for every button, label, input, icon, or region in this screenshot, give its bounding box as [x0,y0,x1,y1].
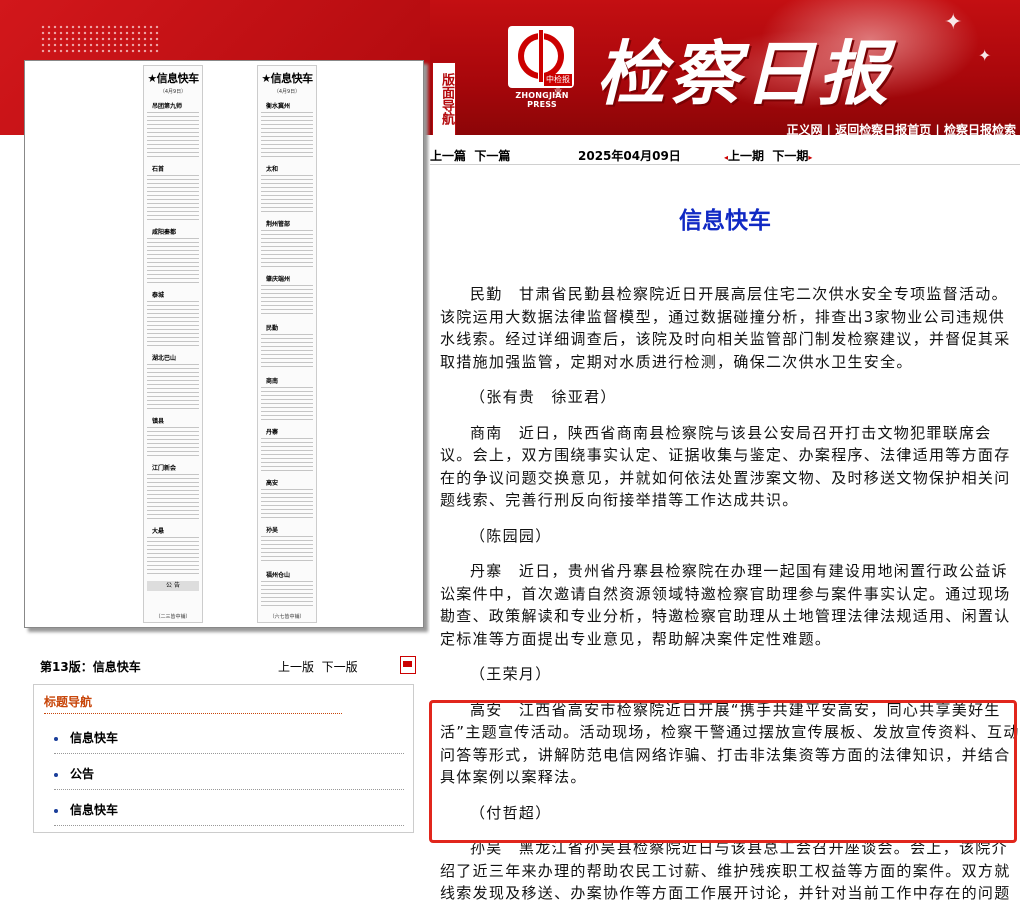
banner-dots-decoration [40,24,160,54]
article-paragraph: 孙吴 黑龙江省孙吴县检察院近日与该县总工会召开座谈会。会上，该院介绍了近三年来办… [440,839,1011,902]
star-icon: ✦ [978,46,992,65]
pdf-download-icon[interactable] [400,656,416,674]
prev-issue-link[interactable]: 上一期 [728,149,764,163]
article-toolbar: 上一篇 下一篇 2025年04月09日 ◂上一期 下一期▸ [430,143,1020,163]
article-paragraph: 民勤 甘肃省民勤县检察院近日开展高层住宅二次供水安全专项监督活动。该院运用大数据… [440,285,1011,371]
article-author: （张有贵 徐亚君） [470,388,617,406]
article-author: （王荣月） [470,665,552,683]
star-icon: ✦ [944,10,963,35]
title-nav-item[interactable]: 信息快车 [54,729,404,754]
title-nav-divider [44,713,342,714]
link-home[interactable]: 返回检察日报首页 [835,123,931,135]
toolbar-divider [430,164,1020,165]
bullet-icon [54,736,58,741]
logo-emblem-icon: 中检报业 [508,26,574,96]
title-nav-heading: 标题导航 [44,695,93,709]
title-nav-box: 标题导航 信息快车 公告 信息快车 [33,684,414,833]
thumbnail-column-1[interactable]: ★信息快车 （4月9日） 吊团第九师 石首 咸阳秦都 泰城 湖北巴山 镇县 江门… [143,65,203,623]
bullet-icon [54,772,58,777]
logo-press-text: ZHONGJIAN PRESS [515,91,569,109]
layout-nav-tab[interactable]: 版面导航 [432,62,456,136]
issue-label: 第13版：信息快车 [40,660,141,674]
thumbnail-title: ★信息快车 [147,72,199,85]
issue-date: 2025年04月09日 [578,149,681,163]
article-title: 信息快车 [679,208,771,234]
page-thumbnail[interactable]: ★信息快车 （4月9日） 吊团第九师 石首 咸阳秦都 泰城 湖北巴山 镇县 江门… [24,60,424,628]
prev-article-link[interactable]: 上一篇 [430,149,466,163]
newspaper-logo[interactable]: 中检报业 ZHONGJIAN PRESS [508,26,576,109]
masthead-title: 检察日报 [596,32,892,115]
top-links: 正义网 | 返回检察日报首页 | 检察日报检索 [786,123,1016,135]
title-nav-item[interactable]: 公告 [54,765,404,790]
page-nav: 上一版 下一版 [278,658,358,675]
title-nav-item[interactable]: 信息快车 [54,801,404,826]
next-issue-link[interactable]: 下一期 [772,149,808,163]
highlight-box [429,700,1017,843]
next-page-link[interactable]: 下一版 [322,660,358,674]
article-paragraph: 丹寨 近日，贵州省丹寨县检察院在办理一起国有建设用地闲置行政公益诉讼案件中，首次… [440,562,1011,648]
link-zhengyi[interactable]: 正义网 [786,123,822,135]
article-paragraph: 商南 近日，陕西省商南县检察院与该县公安局召开打击文物犯罪联席会议。会上，双方围… [440,423,1011,510]
thumbnail-title: ★信息快车 [261,72,313,85]
bullet-icon [54,808,58,813]
link-search[interactable]: 检察日报检索 [944,123,1016,135]
arrow-right-icon: ▸ [808,153,813,162]
article-author: （陈园园） [470,526,552,545]
prev-page-link[interactable]: 上一版 [278,660,314,674]
logo-stamp: 中检报业 [544,74,572,96]
thumbnail-column-2[interactable]: ★信息快车 （4月9日） 衡水冀州 太和 荆州管部 肇庆端州 民勤 商南 丹寨 … [257,65,317,623]
next-article-link[interactable]: 下一篇 [474,149,510,163]
